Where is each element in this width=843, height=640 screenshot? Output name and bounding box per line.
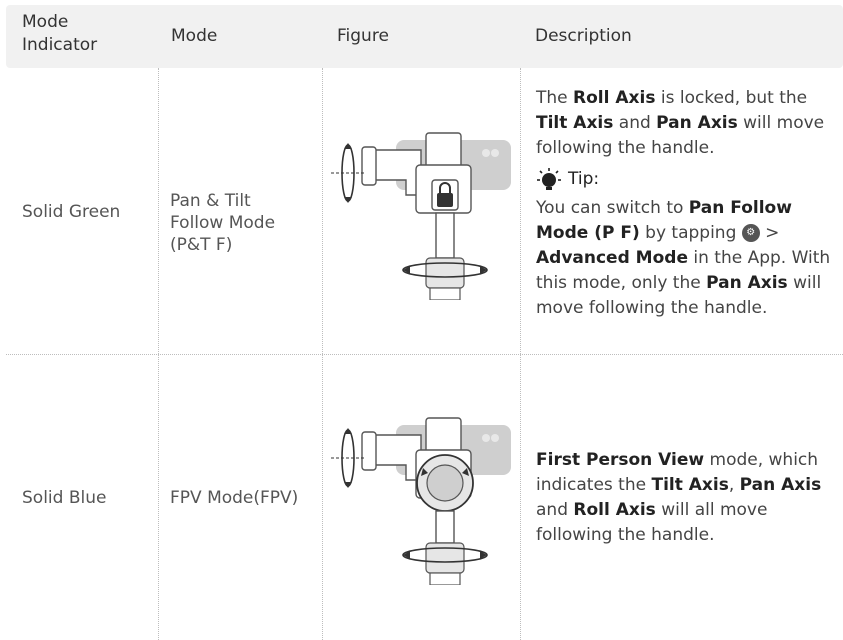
row2-mode: FPV Mode(FPV) — [170, 488, 299, 508]
tip-row: Tip: — [536, 167, 836, 192]
table-header — [6, 5, 843, 68]
gimbal-settings-icon: ⚙ — [741, 224, 760, 242]
row1-indicator: Solid Green — [22, 202, 121, 222]
header-figure: Figure — [337, 26, 389, 46]
row1-tip-para: You can switch to Pan Follow Mode (P F) … — [536, 198, 831, 318]
row2-indicator: Solid Blue — [22, 488, 107, 508]
header-mode: Mode — [171, 26, 218, 46]
row2-description: First Person View mode, which indicates … — [536, 450, 822, 545]
gimbal-figure-fpv — [331, 417, 511, 585]
row1-mode: Pan & Tilt Follow Mode (P&T F) — [170, 191, 276, 255]
gimbal-figure-pan-tilt — [331, 132, 511, 300]
header-mode-indicator: Mode Indicator — [22, 12, 98, 55]
header-description: Description — [535, 26, 632, 46]
row-divider — [6, 354, 843, 355]
tip-label: Tip: — [568, 169, 600, 189]
row1-desc-para: The Roll Axis is locked, but the Tilt Ax… — [536, 88, 825, 158]
row1-description: The Roll Axis is locked, but the Tilt Ax… — [536, 86, 836, 321]
lightbulb-icon — [537, 167, 561, 190]
